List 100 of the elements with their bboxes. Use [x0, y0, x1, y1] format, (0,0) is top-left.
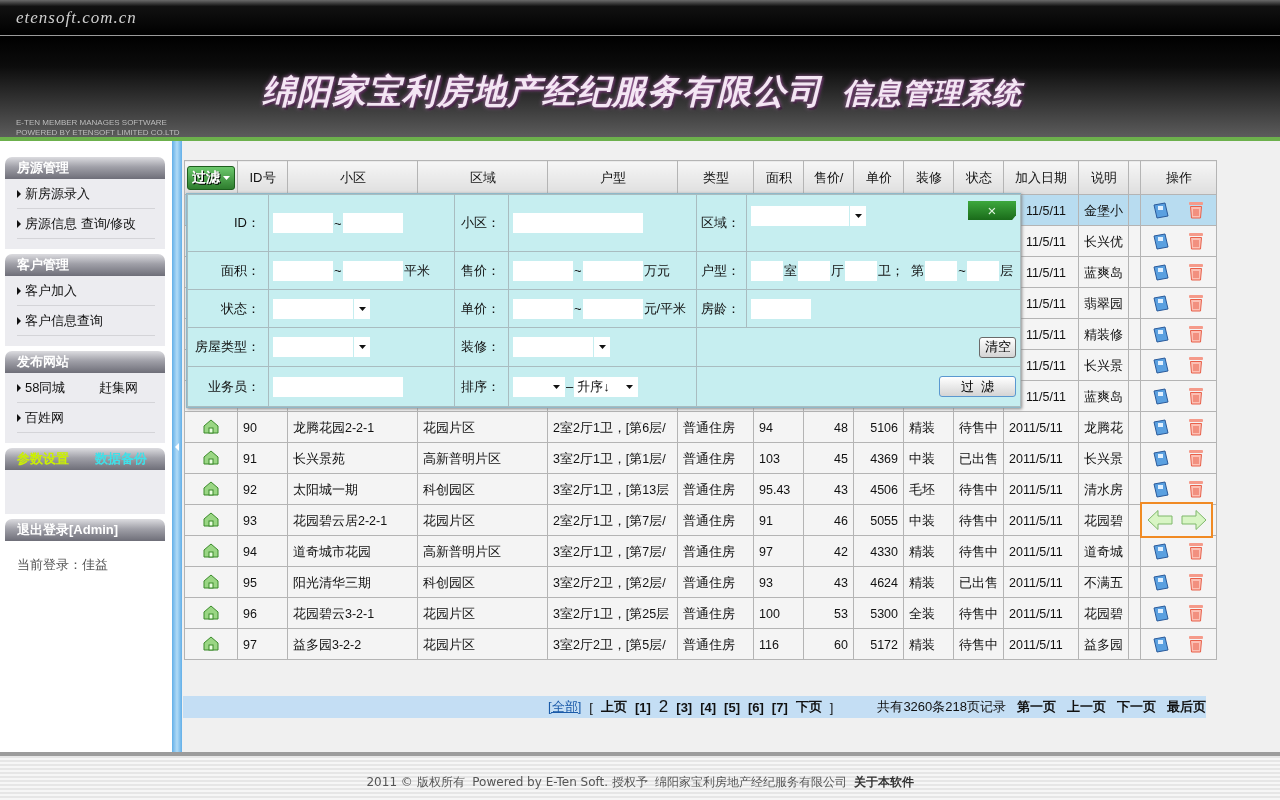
- page-nav-link[interactable]: 第一页: [1017, 698, 1056, 716]
- page-link[interactable]: [3]: [676, 699, 693, 715]
- table-row[interactable]: 97 益多园3-2-2 花园片区 3室2厅2卫，[第5层/ 普通住房 116 60 5172 精装 待售中 2011/5/11 益多园: [184, 628, 1217, 660]
- left-arrow-icon[interactable]: [1146, 509, 1173, 531]
- show-all-link[interactable]: [全部]: [548, 698, 582, 716]
- page-nav-link[interactable]: 下页: [795, 698, 822, 716]
- table-cell: 道奇城: [1078, 535, 1129, 567]
- input-field[interactable]: [513, 260, 573, 281]
- tagline-text: E-TEN MEMBER MANAGES SOFTWARE: [16, 118, 168, 128]
- page-link[interactable]: [4]: [700, 699, 717, 715]
- table-row[interactable]: 91 长兴景苑 高新普明片区 3室2厅1卫，[第1层/ 普通住房 103 45 4369 中装 已出售 2011/5/11 长兴景: [184, 442, 1217, 474]
- table-row[interactable]: 96 花园碧云3-2-1 花园片区 3室2厅1卫，[第25层 普通住房 100 53 5300 全装 待售中 2011/5/11 花园碧: [184, 597, 1217, 629]
- notepad-icon[interactable]: [1153, 201, 1169, 219]
- house-icon[interactable]: [202, 510, 220, 527]
- table-cell: 太阳城一期: [287, 473, 418, 505]
- column-header: 类型: [677, 160, 754, 195]
- page-nav-link[interactable]: 下一页: [1117, 698, 1156, 716]
- notepad-icon[interactable]: [1153, 232, 1169, 250]
- house-icon[interactable]: [202, 603, 220, 620]
- trash-icon[interactable]: [1188, 294, 1204, 312]
- site-url: etensoft.com.cn: [16, 7, 137, 28]
- input-field[interactable]: [273, 376, 403, 397]
- trash-icon[interactable]: [1188, 449, 1204, 467]
- input-field[interactable]: [966, 260, 999, 281]
- input-field[interactable]: [798, 260, 830, 281]
- menu-link[interactable]: 赶集网: [99, 378, 139, 397]
- page-nav-link[interactable]: 上页: [600, 698, 627, 716]
- notepad-icon[interactable]: [1153, 573, 1169, 591]
- table-row[interactable]: 93 花园碧云居2-2-1 花园片区 2室2厅1卫，[第7层/ 普通住房 91 46 5055 中装 待售中 2011/5/11 花园碧: [184, 504, 1217, 536]
- table-row[interactable]: 94 道奇城市花园 高新普明片区 3室2厅1卫，[第7层/ 普通住房 97 42 4330 精装 待售中 2011/5/11 道奇城: [184, 535, 1217, 567]
- trash-icon[interactable]: [1188, 356, 1204, 374]
- input-field[interactable]: [582, 260, 643, 281]
- right-arrow-icon[interactable]: [1180, 509, 1207, 531]
- table-cell: 普通住房: [677, 473, 754, 505]
- input-field[interactable]: [273, 213, 333, 234]
- trash-icon[interactable]: [1188, 542, 1204, 560]
- table-row[interactable]: 95 阳光清华三期 科创园区 3室2厅2卫，[第2层/ 普通住房 93 43 4624 精装 已出售 2011/5/11 不满五: [184, 566, 1217, 598]
- page-link[interactable]: 2: [658, 697, 669, 717]
- table-cell: 长兴优: [1078, 225, 1129, 257]
- input-field[interactable]: [342, 260, 403, 281]
- house-icon[interactable]: [202, 417, 220, 434]
- house-icon[interactable]: [202, 572, 220, 589]
- house-icon[interactable]: [202, 448, 220, 465]
- input-field[interactable]: [582, 298, 643, 319]
- trash-icon[interactable]: [1188, 325, 1204, 343]
- menu-link[interactable]: 新房源录入: [25, 184, 90, 203]
- section-header: 房源管理: [5, 157, 165, 179]
- notepad-icon[interactable]: [1153, 635, 1169, 653]
- input-field[interactable]: [513, 213, 643, 234]
- notepad-icon[interactable]: [1153, 263, 1169, 281]
- table-cell: 53: [803, 597, 854, 629]
- menu-link[interactable]: 客户加入: [25, 281, 77, 300]
- notepad-icon[interactable]: [1153, 325, 1169, 343]
- table-cell: 2011/5/11: [1003, 597, 1079, 629]
- filter-submit-button[interactable]: 过 滤: [939, 376, 1016, 398]
- dropdown[interactable]: 升序↓: [574, 376, 639, 397]
- input-field[interactable]: [342, 213, 403, 234]
- trash-icon[interactable]: [1188, 573, 1204, 591]
- input-field[interactable]: [513, 298, 573, 319]
- trash-icon[interactable]: [1188, 635, 1204, 653]
- notepad-icon[interactable]: [1153, 294, 1169, 312]
- notepad-icon[interactable]: [1153, 542, 1169, 560]
- trash-icon[interactable]: [1188, 263, 1204, 281]
- table-row[interactable]: 92 太阳城一期 科创园区 3室2厅1卫，[第13层 普通住房 95.43 43 4506 毛坯 待售中 2011/5/11 清水房: [184, 473, 1217, 505]
- notepad-icon[interactable]: [1153, 418, 1169, 436]
- close-button[interactable]: ×: [968, 201, 1016, 220]
- page-link[interactable]: [5]: [724, 699, 740, 715]
- table-row[interactable]: 90 龙腾花园2-2-1 花园片区 2室2厅1卫，[第6层/ 普通住房 94 48 5106 精装 待售中 2011/5/11 龙腾花: [184, 411, 1217, 443]
- trash-icon[interactable]: [1188, 480, 1204, 498]
- page-nav-link[interactable]: 上一页: [1067, 698, 1106, 716]
- table-cell: 普通住房: [677, 597, 754, 629]
- notepad-icon[interactable]: [1153, 449, 1169, 467]
- input-field[interactable]: [751, 298, 811, 319]
- house-icon[interactable]: [202, 634, 220, 651]
- trash-icon[interactable]: [1188, 418, 1204, 436]
- notepad-icon[interactable]: [1153, 356, 1169, 374]
- menu-link[interactable]: 房源信息 查询/修改: [25, 214, 137, 233]
- notepad-icon[interactable]: [1153, 604, 1169, 622]
- trash-icon[interactable]: [1188, 604, 1204, 622]
- page-link[interactable]: [1]: [634, 699, 651, 715]
- page-link[interactable]: [7]: [771, 699, 788, 715]
- input-field[interactable]: [925, 260, 958, 281]
- page-link[interactable]: [6]: [747, 699, 764, 715]
- trash-icon[interactable]: [1188, 201, 1204, 219]
- trash-icon[interactable]: [1188, 387, 1204, 405]
- about-link[interactable]: 关于本软件: [853, 773, 914, 791]
- notepad-icon[interactable]: [1153, 480, 1169, 498]
- collapse-arrow-icon[interactable]: [175, 442, 179, 451]
- trash-icon[interactable]: [1188, 232, 1204, 250]
- menu-link[interactable]: 百姓网: [25, 408, 64, 427]
- input-field[interactable]: [273, 260, 333, 281]
- input-field[interactable]: [845, 260, 877, 281]
- input-field[interactable]: [751, 260, 783, 281]
- menu-link[interactable]: 客户信息查询: [25, 311, 103, 330]
- house-icon[interactable]: [202, 541, 220, 558]
- clear-button[interactable]: 清空: [979, 336, 1016, 358]
- house-icon[interactable]: [202, 479, 220, 496]
- page-nav-link[interactable]: 最后页: [1167, 698, 1206, 716]
- notepad-icon[interactable]: [1153, 387, 1169, 405]
- menu-link[interactable]: 58同城: [25, 378, 66, 397]
